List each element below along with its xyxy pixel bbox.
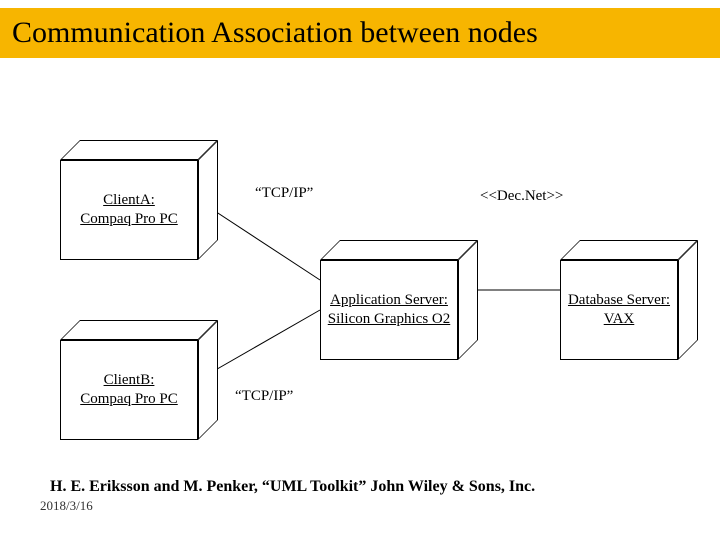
node-db-server-label: Database Server:VAX [568,291,670,329]
footer-citation: H. E. Eriksson and M. Penker, “UML Toolk… [50,478,535,496]
footer-date: 2018/3/16 [40,498,93,514]
node-app-server-label: Application Server:Silicon Graphics O2 [328,291,450,329]
label-tcpip-bottom: “TCP/IP” [235,388,293,405]
label-tcpip-top: “TCP/IP” [255,185,313,202]
node-client-a-label: ClientA:Compaq Pro PC [80,191,178,229]
title-bar: Communication Association between nodes [0,8,720,58]
label-decnet: <<Dec.Net>> [480,188,563,205]
node-client-b-label: ClientB:Compaq Pro PC [80,371,178,409]
page-title: Communication Association between nodes [12,16,538,50]
